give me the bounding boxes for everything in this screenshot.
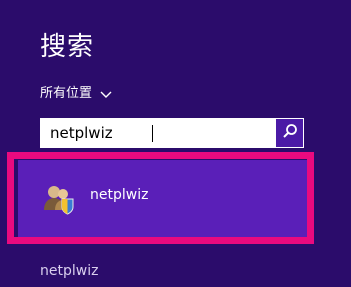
text-caret	[152, 125, 153, 142]
search-result-item[interactable]: netplwiz	[18, 160, 312, 242]
search-scope-label: 所有位置	[40, 86, 93, 101]
search-icon	[282, 123, 298, 143]
chevron-down-icon	[100, 87, 112, 103]
search-result-label: netplwiz	[90, 187, 149, 203]
search-suggestion-item[interactable]: netplwiz	[40, 262, 98, 280]
search-box	[40, 118, 304, 148]
search-scope-dropdown[interactable]: 所有位置	[40, 86, 112, 102]
user-accounts-icon	[42, 182, 76, 216]
search-button[interactable]	[276, 119, 303, 147]
search-pane: 搜索 所有位置 netplwiz netplwiz netplwiz	[0, 0, 351, 287]
pane-title: 搜索	[40, 32, 95, 62]
search-input[interactable]	[40, 118, 280, 148]
